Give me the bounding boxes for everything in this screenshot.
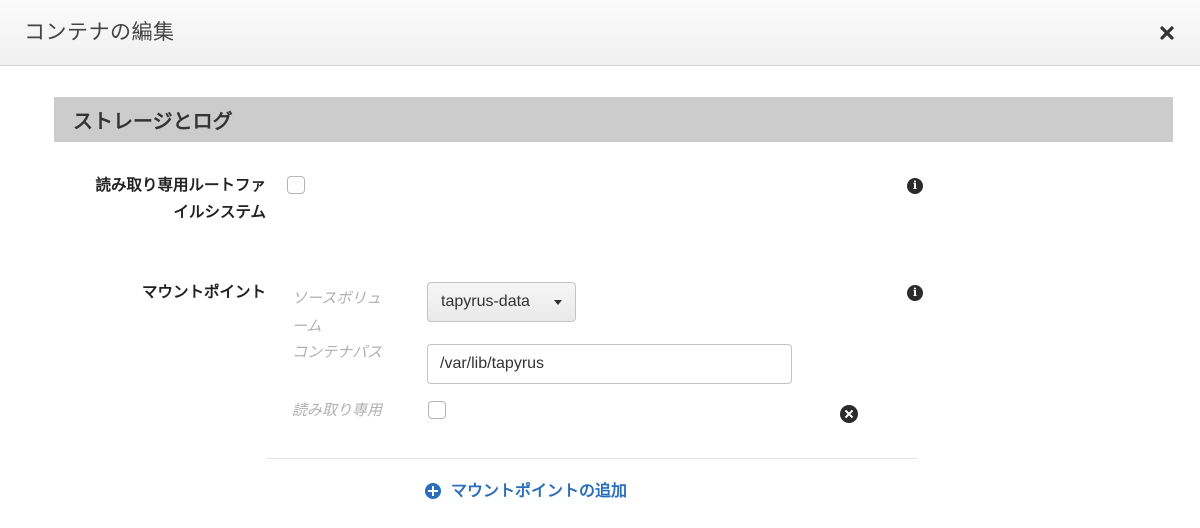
caret-down-icon — [554, 300, 562, 305]
add-mount-point-label: マウントポイントの追加 — [451, 481, 628, 500]
mount-readonly-checkbox[interactable] — [428, 401, 446, 419]
source-volume-select[interactable]: tapyrus-data — [427, 282, 576, 322]
section-header: ストレージとログ — [54, 97, 1173, 142]
divider — [267, 458, 917, 459]
mount-points-label: マウントポイント — [141, 283, 266, 301]
modal-title: コンテナの編集 — [24, 20, 175, 44]
modal-header: コンテナの編集 — [0, 0, 1200, 66]
close-icon[interactable] — [1157, 23, 1177, 43]
source-volume-label: ソースボリューム — [292, 289, 382, 335]
remove-icon[interactable] — [840, 405, 858, 423]
mount-readonly-label: 読み取り専用 — [292, 401, 383, 419]
container-path-label: コンテナパス — [292, 343, 383, 361]
info-icon[interactable]: i — [907, 285, 923, 301]
readonly-root-label: 読み取り専用ルートファ イルシステム — [60, 172, 266, 226]
readonly-root-label-line1: 読み取り専用ルートファ — [95, 176, 266, 194]
add-mount-point-link[interactable]: マウントポイントの追加 — [425, 479, 627, 503]
plus-circle-icon — [425, 483, 441, 499]
readonly-root-checkbox[interactable] — [287, 176, 305, 194]
readonly-root-label-line2: イルシステム — [173, 203, 266, 221]
section-title: ストレージとログ — [73, 109, 233, 133]
info-icon[interactable]: i — [907, 178, 923, 194]
source-volume-value: tapyrus-data — [441, 293, 530, 310]
container-path-input[interactable] — [427, 344, 792, 384]
